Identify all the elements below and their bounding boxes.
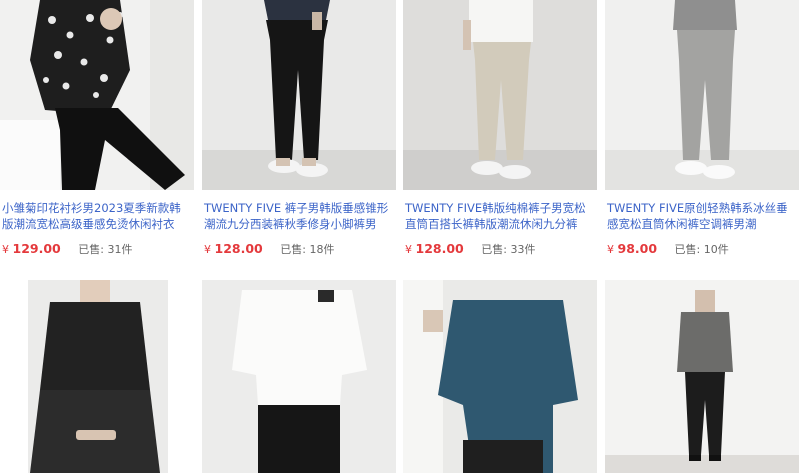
product-title-link[interactable]: TWENTY FIVE 裤子男韩版垂感锥形潮流九分西装裤秋季修身小脚裤男 [204,200,394,232]
product-meta: ¥ 98.00 已售: 10件 [607,241,797,257]
product-card[interactable]: 小雏菊印花衬衫男2023夏季新款韩版潮流宽松高级垂感免烫休闲衬衣 ¥ 129.0… [0,0,194,270]
product-image[interactable] [403,0,597,190]
product-image[interactable] [202,280,396,473]
product-price: 128.00 [214,241,263,256]
product-title-link[interactable]: TWENTY FIVE原创轻熟韩系冰丝垂感宽松直筒休闲裤空调裤男潮 [607,200,797,232]
product-grid: 小雏菊印花衬衫男2023夏季新款韩版潮流宽松高级垂感免烫休闲衬衣 ¥ 129.0… [0,0,800,473]
currency-symbol: ¥ [2,243,9,256]
product-price: 128.00 [415,241,464,256]
product-card[interactable] [202,280,396,473]
product-card[interactable] [605,280,799,473]
product-meta: ¥ 128.00 已售: 33件 [405,241,595,257]
sold-count: 10件 [703,243,729,256]
product-image[interactable] [403,280,597,473]
product-image[interactable] [202,0,396,190]
currency-symbol: ¥ [204,243,211,256]
product-price: 98.00 [617,241,658,256]
sold-count: 33件 [510,243,536,256]
sold-label: 已售: [674,243,701,256]
product-title-link[interactable]: TWENTY FIVE韩版纯棉裤子男宽松直筒百搭长裤韩版潮流休闲九分裤 [405,200,595,232]
product-card[interactable] [0,280,194,473]
sold-count: 31件 [107,243,133,256]
sold-label: 已售: [78,243,104,256]
product-image[interactable] [0,0,194,190]
product-image[interactable] [0,280,194,473]
currency-symbol: ¥ [405,243,412,256]
product-meta: ¥ 129.00 已售: 31件 [2,241,192,257]
product-meta: ¥ 128.00 已售: 18件 [204,241,394,257]
sold-count: 18件 [309,243,335,256]
product-image[interactable] [605,0,799,190]
currency-symbol: ¥ [607,243,614,256]
product-card[interactable] [403,280,597,473]
product-card[interactable]: TWENTY FIVE 裤子男韩版垂感锥形潮流九分西装裤秋季修身小脚裤男 ¥ 1… [202,0,396,270]
product-image[interactable] [605,280,799,473]
product-title-link[interactable]: 小雏菊印花衬衫男2023夏季新款韩版潮流宽松高级垂感免烫休闲衬衣 [2,200,192,232]
sold-label: 已售: [481,243,507,256]
sold-label: 已售: [280,243,306,256]
product-card[interactable]: TWENTY FIVE原创轻熟韩系冰丝垂感宽松直筒休闲裤空调裤男潮 ¥ 98.0… [605,0,799,270]
product-price: 129.00 [12,241,61,256]
product-card[interactable]: TWENTY FIVE韩版纯棉裤子男宽松直筒百搭长裤韩版潮流休闲九分裤 ¥ 12… [403,0,597,270]
